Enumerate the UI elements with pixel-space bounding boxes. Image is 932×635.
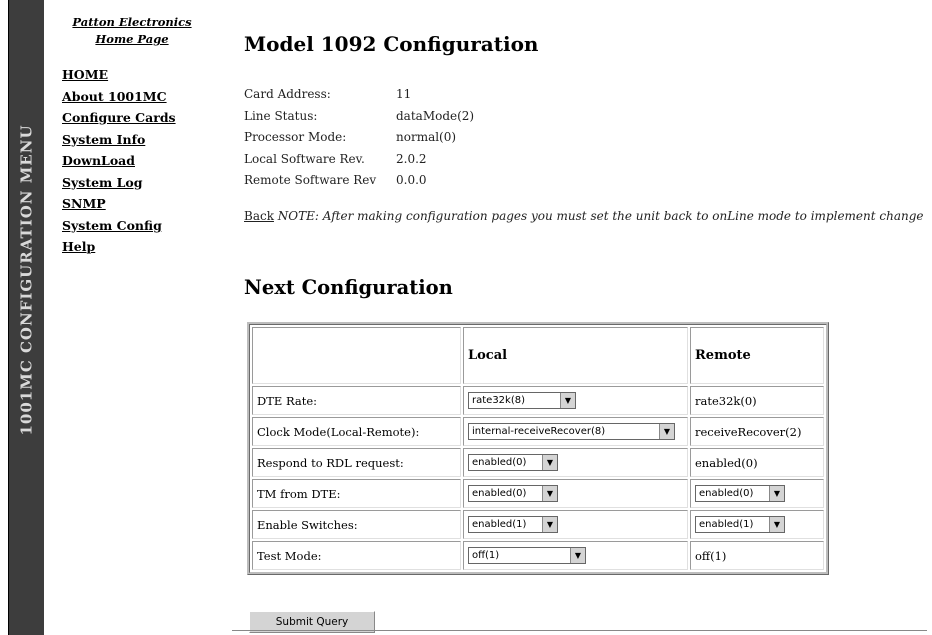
- local-cell: rate32k(8) ▼: [463, 386, 688, 415]
- nav-home[interactable]: HOME: [62, 64, 202, 86]
- note-paragraph: Back NOTE: After making configuration pa…: [244, 207, 932, 226]
- sidebar-vertical-title: 1001MC CONFIGURATION MENU: [9, 70, 44, 490]
- table-row: Respond to RDL request: enabled(0) ▼ enab…: [252, 448, 824, 477]
- note-text: NOTE: After making configuration pages y…: [277, 209, 924, 223]
- nav-system-info[interactable]: System Info: [62, 129, 202, 151]
- switches-local-select[interactable]: enabled(1) ▼: [468, 516, 558, 533]
- chevron-down-icon: ▼: [769, 486, 784, 501]
- row-label: Test Mode:: [252, 541, 461, 570]
- next-config-title: Next Configuration: [244, 276, 453, 299]
- select-value: enabled(0): [472, 457, 527, 468]
- sidebar-title-text: 1001MC CONFIGURATION MENU: [17, 124, 36, 436]
- info-row: Line Status: dataMode(2): [244, 106, 474, 128]
- table-row: Enable Switches: enabled(1) ▼ enabled(1) ▼: [252, 510, 824, 539]
- local-cell: off(1) ▼: [463, 541, 688, 570]
- chevron-down-icon: ▼: [542, 517, 557, 532]
- row-label: Clock Mode(Local-Remote):: [252, 417, 461, 446]
- chevron-down-icon: ▼: [560, 393, 575, 408]
- nav-system-log[interactable]: System Log: [62, 172, 202, 194]
- remote-cell: receiveRecover(2): [690, 417, 824, 446]
- rdl-local-select[interactable]: enabled(0) ▼: [468, 454, 558, 471]
- row-label: TM from DTE:: [252, 479, 461, 508]
- nav-list: HOME About 1001MC Configure Cards System…: [62, 64, 202, 258]
- info-row: Remote Software Rev 0.0.0: [244, 170, 474, 192]
- test-mode-local-select[interactable]: off(1) ▼: [468, 547, 586, 564]
- info-label: Line Status:: [244, 108, 318, 123]
- info-value: 11: [396, 87, 412, 101]
- remote-cell: off(1): [690, 541, 824, 570]
- remote-cell: enabled(0) ▼: [690, 479, 824, 508]
- header-local: Local: [463, 327, 688, 384]
- info-label: Local Software Rev.: [244, 151, 365, 166]
- chevron-down-icon: ▼: [659, 424, 674, 439]
- nav-system-config[interactable]: System Config: [62, 215, 202, 237]
- info-value: 0.0.0: [396, 173, 427, 187]
- tm-local-select[interactable]: enabled(0) ▼: [468, 485, 558, 502]
- table-row: TM from DTE: enabled(0) ▼ enabled(0) ▼: [252, 479, 824, 508]
- tm-remote-select[interactable]: enabled(0) ▼: [695, 485, 785, 502]
- nav-configure-cards[interactable]: Configure Cards: [62, 107, 202, 129]
- chevron-down-icon: ▼: [542, 455, 557, 470]
- local-cell: enabled(1) ▼: [463, 510, 688, 539]
- header-remote: Remote: [690, 327, 824, 384]
- select-value: enabled(1): [472, 519, 527, 530]
- header-blank: [252, 327, 461, 384]
- chevron-down-icon: ▼: [769, 517, 784, 532]
- chevron-down-icon: ▼: [570, 548, 585, 563]
- remote-cell: rate32k(0): [690, 386, 824, 415]
- info-value: normal(0): [396, 130, 457, 144]
- row-label: DTE Rate:: [252, 386, 461, 415]
- local-cell: internal-receiveRecover(8) ▼: [463, 417, 688, 446]
- switches-remote-select[interactable]: enabled(1) ▼: [695, 516, 785, 533]
- info-value: dataMode(2): [396, 108, 475, 123]
- row-label: Respond to RDL request:: [252, 448, 461, 477]
- row-label: Enable Switches:: [252, 510, 461, 539]
- select-value: off(1): [472, 550, 500, 561]
- config-table: Local Remote DTE Rate: rate32k(8) ▼ rate3…: [247, 322, 829, 575]
- table-header-row: Local Remote: [252, 327, 824, 384]
- info-label: Remote Software Rev: [244, 173, 377, 187]
- company-link[interactable]: Patton Electronics Home Page: [62, 14, 202, 48]
- page-title: Model 1092 Configuration: [244, 32, 539, 56]
- info-row: Local Software Rev. 2.0.2: [244, 149, 474, 171]
- nav-help[interactable]: Help: [62, 236, 202, 258]
- remote-cell: enabled(1) ▼: [690, 510, 824, 539]
- bottom-divider: [232, 630, 927, 631]
- nav-snmp[interactable]: SNMP: [62, 193, 202, 215]
- select-value: enabled(0): [699, 488, 754, 499]
- remote-cell: enabled(0): [690, 448, 824, 477]
- left-menu: Patton Electronics Home Page HOME About …: [62, 14, 202, 258]
- clock-mode-local-select[interactable]: internal-receiveRecover(8) ▼: [468, 423, 675, 440]
- info-row: Card Address: 11: [244, 84, 474, 106]
- chevron-down-icon: ▼: [542, 486, 557, 501]
- nav-about[interactable]: About 1001MC: [62, 86, 202, 108]
- back-link[interactable]: Back: [244, 209, 274, 223]
- select-value: internal-receiveRecover(8): [472, 426, 606, 437]
- local-cell: enabled(0) ▼: [463, 448, 688, 477]
- info-value: 2.0.2: [396, 151, 427, 166]
- table-row: DTE Rate: rate32k(8) ▼ rate32k(0): [252, 386, 824, 415]
- table-row: Test Mode: off(1) ▼ off(1): [252, 541, 824, 570]
- local-cell: enabled(0) ▼: [463, 479, 688, 508]
- info-label: Card Address:: [244, 87, 331, 101]
- select-value: enabled(0): [472, 488, 527, 499]
- card-info: Card Address: 11 Line Status: dataMode(2) …: [244, 84, 474, 192]
- company-line1: Patton Electronics: [72, 15, 192, 29]
- nav-download[interactable]: DownLoad: [62, 150, 202, 172]
- window-left-edge: [0, 0, 9, 635]
- info-row: Processor Mode: normal(0): [244, 127, 474, 149]
- info-label: Processor Mode:: [244, 130, 347, 144]
- select-value: rate32k(8): [472, 395, 525, 406]
- select-value: enabled(1): [699, 519, 754, 530]
- company-line2: Home Page: [95, 32, 169, 46]
- dte-rate-local-select[interactable]: rate32k(8) ▼: [468, 392, 576, 409]
- table-row: Clock Mode(Local-Remote): internal-recei…: [252, 417, 824, 446]
